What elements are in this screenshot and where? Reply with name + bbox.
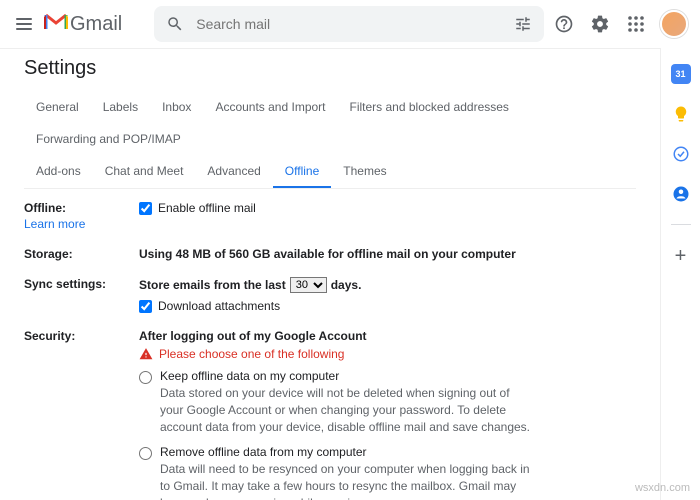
keep-icon[interactable] (671, 104, 691, 124)
security-heading: After logging out of my Google Account (139, 329, 636, 343)
calendar-icon[interactable]: 31 (671, 64, 691, 84)
gmail-logo[interactable]: Gmail (44, 11, 122, 37)
tab-themes[interactable]: Themes (331, 156, 398, 188)
settings-gear-icon[interactable] (588, 12, 612, 36)
search-input[interactable] (196, 16, 502, 32)
tab-filters-and-blocked-addresses[interactable]: Filters and blocked addresses (338, 92, 521, 124)
tasks-icon[interactable] (671, 144, 691, 164)
logo-text: Gmail (70, 13, 122, 36)
sync-prefix: Store emails from the last (139, 278, 286, 292)
storage-row: Storage: Using 48 MB of 560 GB available… (24, 239, 636, 269)
tab-general[interactable]: General (24, 92, 91, 124)
tab-advanced[interactable]: Advanced (195, 156, 272, 188)
remove-data-radio[interactable] (139, 447, 152, 460)
enable-offline-checkbox[interactable]: Enable offline mail (139, 201, 636, 215)
help-icon[interactable] (552, 12, 576, 36)
storage-label: Storage: (24, 247, 139, 261)
keep-data-radio[interactable] (139, 371, 152, 384)
search-icon (166, 15, 184, 33)
sync-label: Sync settings: (24, 277, 139, 291)
gmail-envelope-icon (44, 13, 68, 31)
warning-triangle-icon (139, 347, 153, 361)
settings-tabs: GeneralLabelsInboxAccounts and ImportFil… (24, 92, 636, 189)
hamburger-menu-icon[interactable] (12, 12, 36, 36)
watermark: wsxdn.com (635, 482, 690, 494)
topbar: Gmail (0, 0, 700, 48)
keep-data-desc: Data stored on your device will not be d… (160, 385, 530, 435)
tune-icon[interactable] (514, 15, 532, 33)
enable-offline-input[interactable] (139, 202, 152, 215)
offline-row: Offline: Learn more Enable offline mail (24, 193, 636, 239)
warning-text: Please choose one of the following (159, 347, 344, 361)
side-panel: 31 + (660, 48, 700, 500)
tab-chat-and-meet[interactable]: Chat and Meet (93, 156, 196, 188)
keep-data-label: Keep offline data on my computer (160, 369, 530, 383)
learn-more-link[interactable]: Learn more (24, 217, 139, 231)
keep-data-option[interactable]: Keep offline data on my computer Data st… (139, 369, 636, 435)
search-box[interactable] (154, 6, 544, 42)
remove-data-label: Remove offline data from my computer (160, 445, 530, 459)
settings-content: Settings GeneralLabelsInboxAccounts and … (0, 48, 660, 500)
tab-offline[interactable]: Offline (273, 156, 331, 188)
security-row: Security: After logging out of my Google… (24, 321, 636, 500)
tab-add-ons[interactable]: Add-ons (24, 156, 93, 188)
apps-grid-icon[interactable] (624, 12, 648, 36)
offline-label: Offline: (24, 201, 66, 215)
download-attachments-label: Download attachments (158, 299, 280, 313)
sync-suffix: days. (331, 278, 362, 292)
enable-offline-label: Enable offline mail (158, 201, 256, 215)
add-addon-icon[interactable]: + (675, 245, 687, 268)
sync-row: Sync settings: Store emails from the las… (24, 269, 636, 321)
tab-inbox[interactable]: Inbox (150, 92, 203, 124)
tab-accounts-and-import[interactable]: Accounts and Import (203, 92, 337, 124)
security-warning: Please choose one of the following (139, 347, 636, 361)
remove-data-option[interactable]: Remove offline data from my computer Dat… (139, 445, 636, 500)
remove-data-desc: Data will need to be resynced on your co… (160, 461, 530, 500)
page-title: Settings (24, 57, 636, 80)
sidepanel-divider (671, 224, 691, 225)
topbar-right (552, 10, 688, 38)
tab-forwarding-and-pop-imap[interactable]: Forwarding and POP/IMAP (24, 124, 193, 156)
download-attachments-checkbox[interactable]: Download attachments (139, 299, 636, 313)
tab-labels[interactable]: Labels (91, 92, 150, 124)
security-label: Security: (24, 329, 139, 343)
download-attachments-input[interactable] (139, 300, 152, 313)
storage-text: Using 48 MB of 560 GB available for offl… (139, 247, 636, 261)
avatar[interactable] (660, 10, 688, 38)
sync-days-select[interactable]: 30 (290, 277, 327, 293)
contacts-icon[interactable] (671, 184, 691, 204)
